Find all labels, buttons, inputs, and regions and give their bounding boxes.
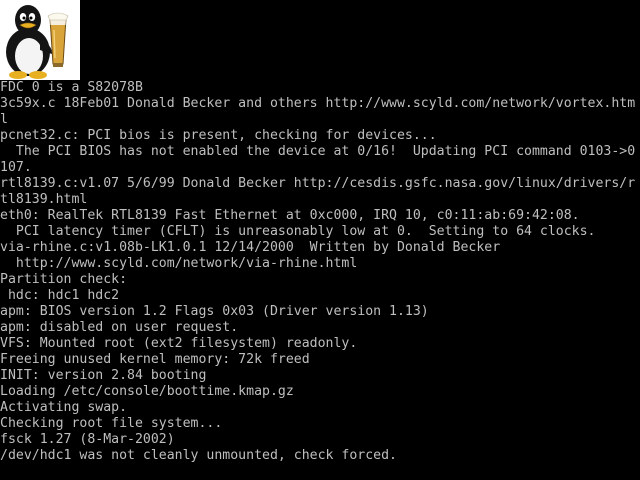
- console-line: http://www.scyld.com/network/via-rhine.h…: [0, 256, 358, 271]
- console-line: hdc: hdc1 hdc2: [0, 288, 120, 303]
- console-line: Partition check:: [0, 272, 128, 287]
- console-line: via-rhine.c:v1.08b-LK1.0.1 12/14/2000 Wr…: [0, 240, 501, 255]
- console-line: Freeing unused kernel memory: 72k freed: [0, 352, 310, 367]
- console-line: 107.: [0, 160, 32, 175]
- console-line: The PCI BIOS has not enabled the device …: [0, 144, 636, 159]
- console-line: tl8139.html: [0, 192, 88, 207]
- console-line: eth0: RealTek RTL8139 Fast Ethernet at 0…: [0, 208, 580, 223]
- console-line: pcnet32.c: PCI bios is present, checking…: [0, 128, 437, 143]
- console-line: rtl8139.c:v1.07 5/6/99 Donald Becker htt…: [0, 176, 636, 191]
- console-line: apm: BIOS version 1.2 Flags 0x03 (Driver…: [0, 304, 429, 319]
- console-line: /dev/hdc1 was not cleanly unmounted, che…: [0, 448, 397, 463]
- console-line: fsck 1.27 (8-Mar-2002): [0, 432, 175, 447]
- boot-console: FDC 0 is a S82078B 3c59x.c 18Feb01 Donal…: [0, 0, 640, 480]
- console-line: INIT: version 2.84 booting: [0, 368, 207, 383]
- tux-penguin-with-beer-icon: [0, 0, 80, 80]
- console-line: VFS: Mounted root (ext2 filesystem) read…: [0, 336, 358, 351]
- console-output: FDC 0 is a S82078B 3c59x.c 18Feb01 Donal…: [0, 80, 640, 464]
- console-line: FDC 0 is a S82078B: [0, 80, 143, 95]
- console-line: Activating swap.: [0, 400, 128, 415]
- console-line: Loading /etc/console/boottime.kmap.gz: [0, 384, 294, 399]
- console-line: 3c59x.c 18Feb01 Donald Becker and others…: [0, 96, 636, 111]
- console-line: apm: disabled on user request.: [0, 320, 239, 335]
- console-line: Checking root file system...: [0, 416, 223, 431]
- console-line: l: [0, 112, 8, 127]
- console-line: PCI latency timer (CFLT) is unreasonably…: [0, 224, 596, 239]
